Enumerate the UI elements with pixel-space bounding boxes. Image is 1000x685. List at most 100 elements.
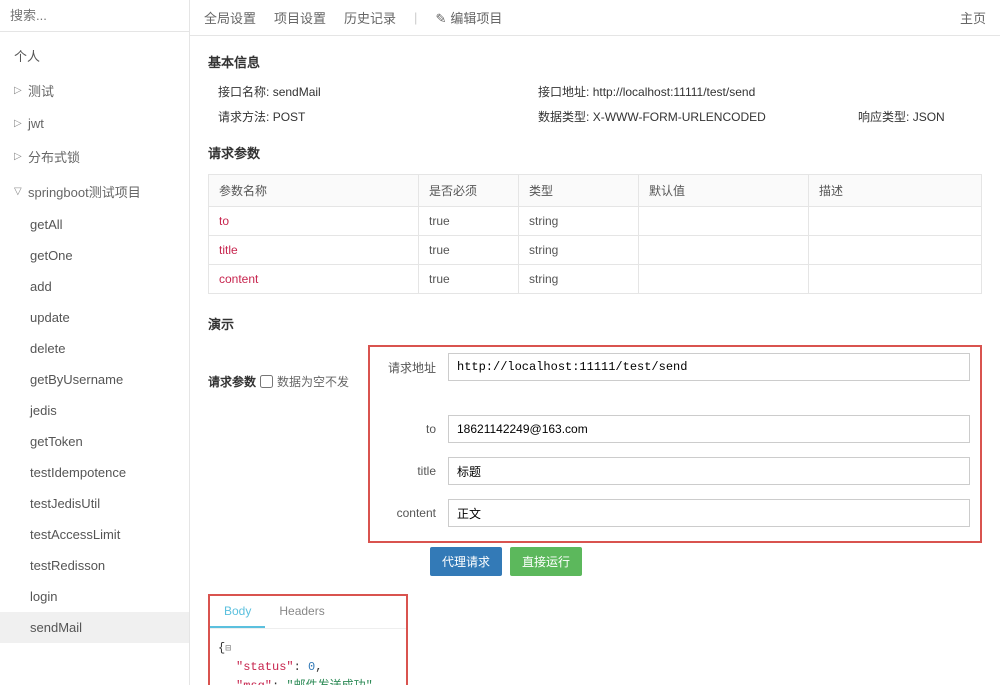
req-params-label: 请求参数: [208, 373, 256, 390]
nav-divider: |: [414, 10, 417, 25]
info-datatype: 数据类型: X-WWW-FORM-URLENCODED: [538, 108, 848, 125]
param-name: title: [209, 236, 419, 265]
tab-body[interactable]: Body: [210, 596, 265, 628]
proxy-request-button[interactable]: 代理请求: [430, 547, 502, 576]
tree-child[interactable]: getToken: [0, 426, 189, 457]
param-required: true: [419, 265, 519, 294]
tree-child[interactable]: add: [0, 271, 189, 302]
params-table: 参数名称 是否必须 类型 默认值 描述 to true string: [208, 174, 982, 294]
field-to-input[interactable]: [448, 415, 970, 443]
params-title: 请求参数: [208, 143, 982, 162]
empty-not-send-label: 数据为空不发: [277, 373, 349, 390]
tree-node[interactable]: ▷ jwt: [0, 108, 189, 139]
tree-child[interactable]: testAccessLimit: [0, 519, 189, 550]
button-row: 代理请求 直接运行: [430, 547, 982, 576]
param-type: string: [519, 207, 639, 236]
demo-wrapper: 请求参数 数据为空不发 请求地址: [208, 345, 982, 543]
param-row: content true string: [209, 265, 982, 294]
main: 全局设置 项目设置 历史记录 | ✎ 编辑项目 主页 基本信息 接口名称: sen…: [190, 0, 1000, 685]
result-box: Body Headers {⊟ "status": 0, "msg": "邮件发…: [208, 594, 408, 685]
tree-node-label: jwt: [28, 116, 44, 131]
param-name: content: [209, 265, 419, 294]
caret-down-icon: ▽: [14, 186, 24, 197]
tree-node-label: springboot测试项目: [28, 182, 141, 201]
tree-child[interactable]: getOne: [0, 240, 189, 271]
field-label: content: [380, 506, 436, 520]
nav-history[interactable]: 历史记录: [344, 8, 396, 27]
request-params-row: 请求参数 数据为空不发: [208, 373, 368, 390]
param-default: [639, 265, 809, 294]
nav-edit[interactable]: ✎ 编辑项目: [435, 8, 502, 27]
param-row: to true string: [209, 207, 982, 236]
collapse-icon[interactable]: ⊟: [225, 644, 231, 655]
nav-edit-label: 编辑项目: [450, 11, 502, 26]
edit-icon: ✎: [435, 11, 446, 27]
tree-node-label: 测试: [28, 81, 54, 100]
param-required: true: [419, 236, 519, 265]
basic-info-title: 基本信息: [208, 52, 982, 71]
content: 基本信息 接口名称: sendMail 接口地址: http://localho…: [190, 36, 1000, 685]
tree-node[interactable]: ▽ springboot测试项目: [0, 174, 189, 209]
demo-form-highlight: 请求地址 to title: [368, 345, 982, 543]
caret-right-icon: ▷: [14, 118, 24, 129]
tree-child[interactable]: getByUsername: [0, 364, 189, 395]
param-desc: [809, 265, 982, 294]
param-type: string: [519, 265, 639, 294]
nav-home[interactable]: 主页: [960, 8, 986, 27]
sidebar-tree: ▷测试 ▷ jwt ▷ 分布式锁 ▽ springboot测试项目 getAll ge…: [0, 73, 189, 685]
field-label: to: [380, 422, 436, 436]
param-default: [639, 236, 809, 265]
param-required: true: [419, 207, 519, 236]
info-method: 请求方法: POST: [218, 108, 528, 125]
demo-title: 演示: [208, 314, 982, 333]
tree-child[interactable]: testRedisson: [0, 550, 189, 581]
empty-not-send-checkbox[interactable]: [260, 375, 273, 388]
sidebar: 个人 ▷测试 ▷ jwt ▷ 分布式锁 ▽ springboot测试项目 getAll…: [0, 0, 190, 685]
param-default: [639, 207, 809, 236]
tree-child[interactable]: update: [0, 302, 189, 333]
info-name: 接口名称: sendMail: [218, 83, 528, 100]
nav-project[interactable]: 项目设置: [274, 8, 326, 27]
info-url: 接口地址: http://localhost:11111/test/send: [538, 83, 848, 100]
tree-node[interactable]: ▷测试: [0, 73, 189, 108]
th-required: 是否必须: [419, 175, 519, 207]
param-desc: [809, 236, 982, 265]
tab-headers[interactable]: Headers: [265, 596, 338, 628]
direct-run-button[interactable]: 直接运行: [510, 547, 582, 576]
caret-right-icon: ▷: [14, 151, 24, 162]
tree-child-selected[interactable]: sendMail: [0, 612, 189, 643]
param-name: to: [209, 207, 419, 236]
param-type: string: [519, 236, 639, 265]
th-name: 参数名称: [209, 175, 419, 207]
search-input[interactable]: [10, 8, 179, 23]
tree-node-label: 分布式锁: [28, 147, 80, 166]
sidebar-section-label: 个人: [0, 32, 189, 73]
field-content-input[interactable]: [448, 499, 970, 527]
json-body: {⊟ "status": 0, "msg": "邮件发送成功", "data":…: [210, 629, 406, 685]
form-row-to: to: [380, 415, 970, 443]
form-row-title: title: [380, 457, 970, 485]
basic-info-grid: 接口名称: sendMail 接口地址: http://localhost:11…: [218, 83, 982, 125]
tree-child[interactable]: login: [0, 581, 189, 612]
param-desc: [809, 207, 982, 236]
tree-child[interactable]: testIdempotence: [0, 457, 189, 488]
result-tabs: Body Headers: [210, 596, 406, 629]
req-url-label: 请求地址: [380, 359, 436, 376]
info-response: 响应类型: JSON: [858, 108, 982, 125]
th-desc: 描述: [809, 175, 982, 207]
tree-child[interactable]: testJedisUtil: [0, 488, 189, 519]
nav-global[interactable]: 全局设置: [204, 8, 256, 27]
param-row: title true string: [209, 236, 982, 265]
req-url-input[interactable]: [448, 353, 970, 381]
th-default: 默认值: [639, 175, 809, 207]
form-row-url: 请求地址: [380, 353, 970, 381]
field-label: title: [380, 464, 436, 478]
field-title-input[interactable]: [448, 457, 970, 485]
tree-child[interactable]: jedis: [0, 395, 189, 426]
th-type: 类型: [519, 175, 639, 207]
tree-child[interactable]: delete: [0, 333, 189, 364]
search-box: [0, 0, 189, 32]
topnav: 全局设置 项目设置 历史记录 | ✎ 编辑项目 主页: [190, 0, 1000, 36]
tree-node[interactable]: ▷ 分布式锁: [0, 139, 189, 174]
tree-child[interactable]: getAll: [0, 209, 189, 240]
